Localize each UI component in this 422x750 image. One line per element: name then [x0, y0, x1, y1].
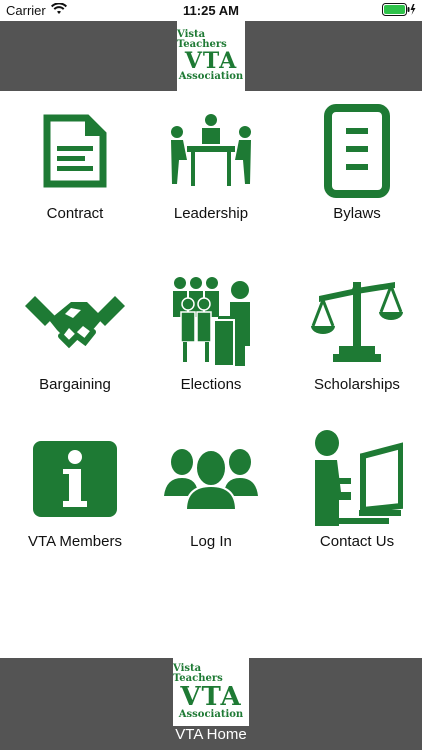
logo-line-1: Vista Teachers	[177, 29, 227, 50]
logo-line-1: Vista Teachers	[173, 663, 223, 684]
document-icon	[25, 103, 125, 199]
tile-label: Bargaining	[39, 376, 111, 393]
tile-label: VTA Members	[28, 533, 122, 550]
tile-log-in[interactable]: Log In	[141, 431, 281, 550]
meeting-icon	[161, 103, 261, 199]
people-icon	[161, 431, 261, 527]
logo-line-3: Association	[178, 709, 244, 720]
vta-home-logo[interactable]: Vista Teachers VTA Association	[173, 658, 249, 726]
footer-bar: Vista Teachers VTA Association VTA Home	[0, 658, 422, 750]
tile-bargaining[interactable]: Bargaining	[5, 274, 145, 393]
tile-contract[interactable]: Contract	[5, 103, 145, 222]
tile-label: Leadership	[173, 205, 249, 222]
tile-label: Bylaws	[333, 205, 381, 222]
header-bar: Vista Teachers VTA Association	[0, 21, 422, 91]
tile-label: Contact Us	[319, 533, 395, 550]
tile-label: Log In	[190, 533, 232, 550]
clock: 11:25 AM	[183, 3, 239, 18]
list-icon	[307, 103, 407, 199]
tile-contact-us[interactable]: Contact Us	[287, 430, 422, 550]
vta-home-label[interactable]: VTA Home	[0, 726, 422, 743]
logo-line-2: VTA	[180, 682, 242, 712]
scales-icon	[307, 274, 407, 370]
status-bar: Carrier 11:25 AM	[0, 0, 422, 21]
tile-label: Contract	[46, 205, 104, 222]
battery-icon	[382, 3, 416, 19]
tile-leadership[interactable]: Leadership	[141, 103, 281, 222]
tile-scholarships[interactable]: Scholarships	[287, 274, 422, 393]
tile-label: Scholarships	[314, 376, 400, 393]
info-icon	[25, 431, 125, 527]
vta-logo: Vista Teachers VTA Association	[177, 21, 245, 91]
handshake-icon	[25, 274, 125, 370]
logo-line-3: Association	[178, 71, 244, 82]
tile-vta-members[interactable]: VTA Members	[5, 431, 145, 550]
ballot-box-icon	[161, 274, 261, 370]
tile-elections[interactable]: Elections	[141, 274, 281, 393]
tile-bylaws[interactable]: Bylaws	[287, 103, 422, 222]
tile-label: Elections	[180, 376, 242, 393]
logo-line-2: VTA	[184, 48, 238, 74]
computer-user-icon	[307, 430, 407, 527]
